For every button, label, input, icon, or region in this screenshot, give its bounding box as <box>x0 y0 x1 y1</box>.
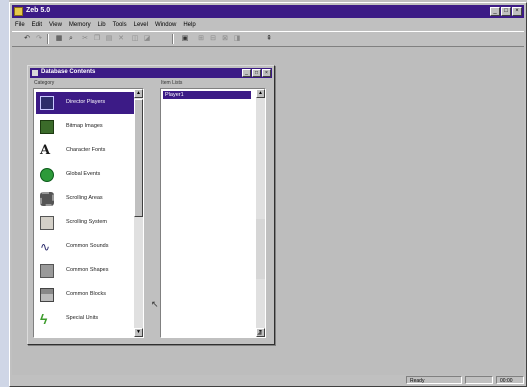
system-icon <box>40 216 54 230</box>
cut-icon[interactable]: ✂ <box>80 34 90 43</box>
app-titlebar[interactable]: Zeb 5.0 _ □ × <box>12 5 524 18</box>
globe-icon <box>40 168 54 182</box>
category-item-scrolling-system[interactable]: Scrolling System <box>36 212 134 234</box>
shape-icon <box>40 264 54 278</box>
player-icon <box>40 96 54 110</box>
scroll-down-icon[interactable]: ▼ <box>134 328 143 337</box>
category-item-scrolling-areas[interactable]: Scrolling Areas <box>36 188 134 210</box>
wave-icon: ∿ <box>40 240 51 254</box>
paste-icon[interactable]: ▤ <box>104 34 114 43</box>
gear-icon <box>40 192 54 206</box>
tool-icon[interactable]: ⊞ <box>196 34 206 43</box>
category-label: Category <box>34 80 55 86</box>
scroll-thumb[interactable] <box>134 99 143 217</box>
desktop-edge <box>0 0 9 387</box>
category-item-label: Common Blocks <box>66 291 107 297</box>
close-icon[interactable]: × <box>262 69 271 77</box>
maximize-icon[interactable]: □ <box>252 69 261 77</box>
menu-help[interactable]: Help <box>183 22 195 28</box>
menu-bar: File Edit View Memory Lib Tools Level Wi… <box>12 19 524 30</box>
font-icon: A <box>40 143 51 158</box>
blocks-icon <box>40 288 54 302</box>
category-item-label: Common Shapes <box>66 267 109 273</box>
menu-view[interactable]: View <box>49 22 62 28</box>
item-list[interactable]: Player1 ▲ ▼ ◢ <box>160 88 266 338</box>
tool-icon[interactable]: ◨ <box>232 34 242 43</box>
toolbar: ↶ ↷ ▦ ⌕ ✂ ❐ ▤ ✕ ◫ ◪ ▣ ⊞ ⊟ ⊠ ◨ ⇞ <box>12 31 524 47</box>
category-item-global-events[interactable]: Global Events <box>36 164 134 186</box>
tool-icon[interactable]: ◪ <box>142 34 152 43</box>
help-pointer-icon[interactable]: ⇞ <box>264 34 274 43</box>
minimize-icon[interactable]: _ <box>490 7 500 16</box>
dialog-controls: _ □ × <box>242 69 271 77</box>
database-icon[interactable]: ▣ <box>180 34 190 43</box>
search-icon[interactable]: ⌕ <box>66 34 76 43</box>
status-pane <box>465 376 493 384</box>
menu-edit[interactable]: Edit <box>32 22 42 28</box>
screen: Zeb 5.0 _ □ × File Edit View Memory Lib … <box>0 0 527 387</box>
dialog-icon <box>32 70 38 76</box>
item-scrollbar[interactable]: ▲ ▼ <box>256 89 265 337</box>
bolt-icon: ϟ <box>40 311 48 327</box>
database-contents-window: Database Contents _ □ × Category Item Li… <box>27 65 275 345</box>
app-icon <box>14 7 23 16</box>
redo-icon[interactable]: ↷ <box>34 34 44 43</box>
category-item-bitmap-images[interactable]: Bitmap Images <box>36 116 134 138</box>
toolbar-separator <box>172 34 174 44</box>
category-item-common-shapes[interactable]: Common Shapes <box>36 260 134 282</box>
properties-icon[interactable]: ◫ <box>130 34 140 43</box>
dialog-titlebar[interactable]: Database Contents _ □ × <box>30 68 272 78</box>
category-item-director-players[interactable]: Director Players <box>36 92 134 114</box>
menu-window[interactable]: Window <box>155 22 176 28</box>
category-item-label: Director Players <box>66 99 106 105</box>
item-lists-label: Item Lists <box>161 80 183 86</box>
close-icon[interactable]: × <box>512 7 522 16</box>
menu-tools[interactable]: Tools <box>113 22 127 28</box>
tool-icon[interactable]: ⊠ <box>220 34 230 43</box>
menu-memory[interactable]: Memory <box>69 22 91 28</box>
resize-grip-icon[interactable]: ◢ <box>257 329 265 337</box>
category-item-label: Special Units <box>66 315 99 321</box>
maximize-icon[interactable]: □ <box>501 7 511 16</box>
category-scrollbar[interactable]: ▲ ▼ <box>134 89 143 337</box>
delete-icon[interactable]: ✕ <box>116 34 126 43</box>
dialog-title: Database Contents <box>41 69 96 75</box>
category-item-label: Scrolling Areas <box>66 195 103 201</box>
copy-icon[interactable]: ❐ <box>92 34 102 43</box>
menu-level[interactable]: Level <box>134 22 148 28</box>
status-text <box>12 376 172 384</box>
mouse-pointer-icon: ↖ <box>151 299 159 309</box>
window-controls: _ □ × <box>490 7 522 16</box>
category-item-label: Bitmap Images <box>66 123 103 129</box>
category-item-label: Global Events <box>66 171 101 177</box>
scroll-up-icon[interactable]: ▲ <box>256 89 265 98</box>
status-ready: Ready <box>406 376 462 384</box>
minimize-icon[interactable]: _ <box>242 69 251 77</box>
category-item-label: Common Sounds <box>66 243 109 249</box>
scroll-thumb[interactable] <box>256 219 265 279</box>
category-item-character-fonts[interactable]: A Character Fonts <box>36 140 134 162</box>
tool-icon[interactable]: ⊟ <box>208 34 218 43</box>
category-item-label: Character Fonts <box>66 147 106 153</box>
status-bar: Ready 00:00 <box>12 376 524 385</box>
category-item-label: Scrolling System <box>66 219 107 225</box>
category-list[interactable]: Director Players Bitmap Images A Charact… <box>33 88 144 338</box>
status-time: 00:00 <box>496 376 524 384</box>
category-item-common-sounds[interactable]: ∿ Common Sounds <box>36 236 134 258</box>
category-item-special-units[interactable]: ϟ Special Units <box>36 308 134 330</box>
grid-icon[interactable]: ▦ <box>54 34 64 43</box>
menu-lib[interactable]: Lib <box>98 22 106 28</box>
list-item[interactable]: Player1 <box>163 91 251 99</box>
category-item-common-blocks[interactable]: Common Blocks <box>36 284 134 306</box>
app-title: Zeb 5.0 <box>26 7 51 14</box>
menu-file[interactable]: File <box>15 22 25 28</box>
scroll-up-icon[interactable]: ▲ <box>134 89 143 98</box>
bitmap-icon <box>40 120 54 134</box>
toolbar-separator <box>47 34 49 44</box>
undo-icon[interactable]: ↶ <box>22 34 32 43</box>
